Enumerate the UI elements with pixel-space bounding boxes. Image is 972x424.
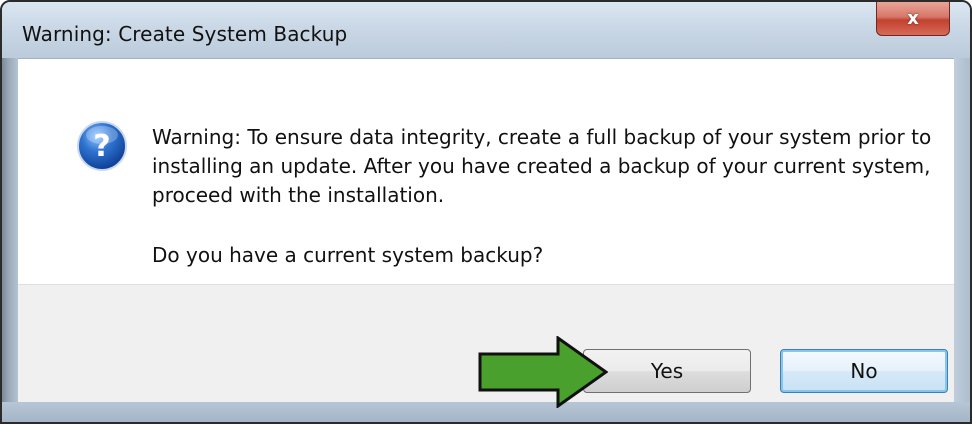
window-frame-left — [2, 58, 18, 422]
no-button[interactable]: No — [780, 349, 948, 393]
close-icon: x — [907, 8, 919, 29]
dialog-message: Warning: To ensure data integrity, creat… — [152, 123, 932, 210]
dialog-title: Warning: Create System Backup — [22, 22, 348, 46]
question-icon: ? — [76, 120, 128, 172]
dialog-question: Do you have a current system backup? — [152, 243, 544, 267]
dialog-content: ? Warning: To ensure data integrity, cre… — [18, 58, 954, 285]
close-button[interactable]: x — [876, 2, 950, 36]
title-bar[interactable]: Warning: Create System Backup x — [2, 2, 970, 58]
message-text: Warning: To ensure data integrity, creat… — [152, 125, 932, 207]
window-frame-right — [952, 58, 970, 422]
arrow-right-icon — [478, 335, 609, 409]
svg-text:?: ? — [93, 129, 110, 164]
yes-button[interactable]: Yes — [583, 349, 751, 393]
